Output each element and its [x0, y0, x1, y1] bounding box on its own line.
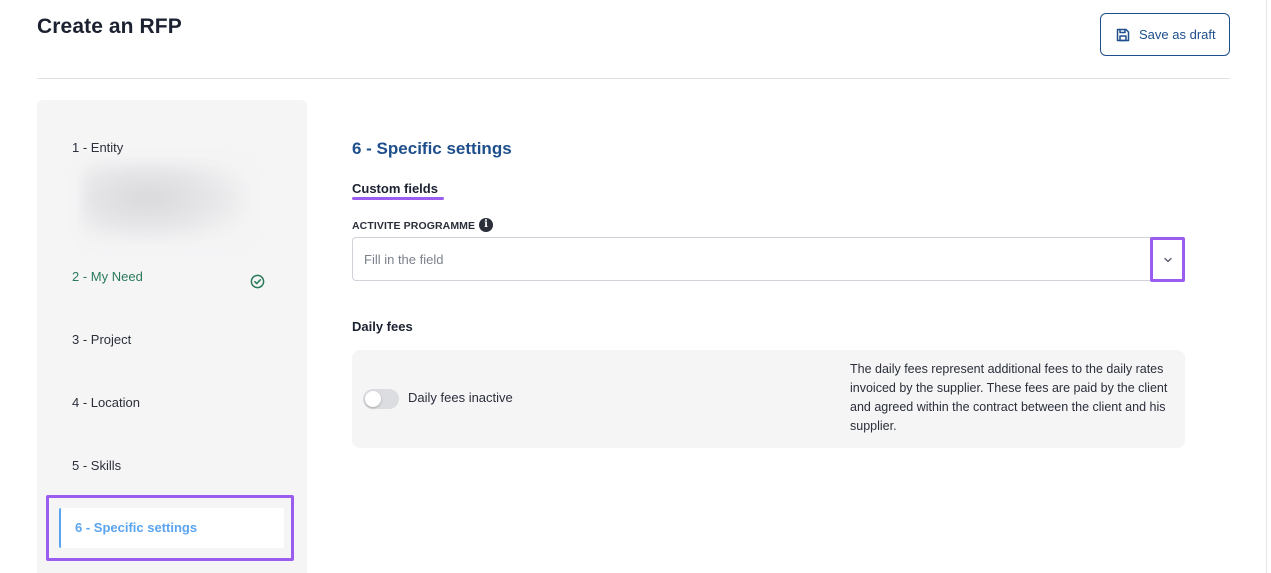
daily-fees-description: The daily fees represent additional fees…: [850, 362, 1168, 433]
custom-fields-heading: Custom fields: [352, 181, 438, 196]
info-icon[interactable]: i: [479, 218, 493, 232]
step-location[interactable]: 4 - Location: [72, 395, 140, 410]
page-edge: [1266, 0, 1267, 573]
toggle-knob: [365, 391, 381, 407]
floppy-disk-icon: [1116, 28, 1130, 41]
steps-sidebar: 1 - Entity 2 - My Need 3 - Project 4 - L…: [37, 100, 307, 573]
custom-fields-underline: [352, 197, 444, 200]
dropdown-toggle[interactable]: [1150, 237, 1185, 282]
chevron-down-icon: [1164, 257, 1172, 263]
blurred-entity-info: [82, 162, 247, 242]
save-draft-button[interactable]: Save as draft: [1100, 13, 1230, 56]
activite-programme-placeholder: Fill in the field: [364, 252, 444, 267]
check-circle-icon: [250, 274, 265, 289]
step-project[interactable]: 3 - Project: [72, 332, 131, 347]
section-title: 6 - Specific settings: [352, 139, 512, 158]
step-specific-settings-highlight: 6 - Specific settings: [46, 495, 294, 561]
step-my-need[interactable]: 2 - My Need: [72, 269, 143, 284]
save-draft-label: Save as draft: [1139, 27, 1216, 42]
page-title: Create an RFP: [37, 15, 182, 38]
daily-fees-panel: Daily fees inactive The daily fees repre…: [352, 350, 1185, 448]
activite-programme-select[interactable]: Fill in the field: [352, 237, 1185, 282]
daily-fees-title: Daily fees: [352, 319, 413, 334]
daily-fees-toggle[interactable]: [363, 389, 399, 409]
step-skills[interactable]: 5 - Skills: [72, 458, 121, 473]
step-specific-settings-label: 6 - Specific settings: [75, 520, 198, 535]
step-specific-settings[interactable]: 6 - Specific settings: [59, 508, 284, 548]
step-entity[interactable]: 1 - Entity: [72, 140, 123, 155]
header-divider: [37, 78, 1230, 79]
daily-fees-toggle-label: Daily fees inactive: [408, 390, 513, 405]
activite-programme-label: ACTIVITE PROGRAMME: [352, 220, 476, 232]
